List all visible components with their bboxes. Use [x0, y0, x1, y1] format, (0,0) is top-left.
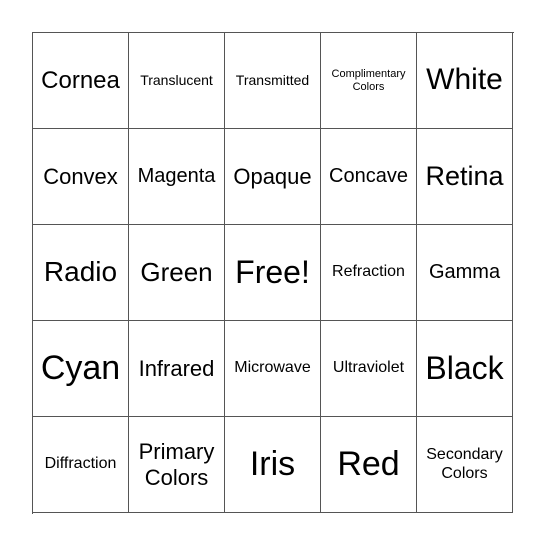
bingo-cell[interactable]: Radio	[33, 225, 129, 321]
bingo-cell-label: White	[426, 63, 503, 97]
bingo-cell-label: Refraction	[332, 263, 405, 281]
bingo-cell-label: Diffraction	[44, 455, 117, 473]
bingo-cell[interactable]: Retina	[417, 129, 513, 225]
bingo-cell[interactable]: White	[417, 33, 513, 129]
bingo-cell[interactable]: Infrared	[129, 321, 225, 417]
bingo-cell[interactable]: Cornea	[33, 33, 129, 129]
bingo-cell[interactable]: Free!	[225, 225, 321, 321]
bingo-cell-label: Black	[425, 350, 504, 387]
bingo-cell[interactable]: Green	[129, 225, 225, 321]
bingo-cell-label: Iris	[249, 444, 296, 483]
bingo-cell-label: Opaque	[233, 163, 312, 189]
bingo-cell-label: Free!	[235, 254, 310, 291]
bingo-cell[interactable]: Black	[417, 321, 513, 417]
bingo-cell[interactable]: Primary Colors	[129, 417, 225, 513]
bingo-cell-label: Complimentary Colors	[331, 67, 406, 93]
bingo-cell-label: Translucent	[140, 72, 213, 89]
bingo-cell-label: Convex	[43, 163, 118, 189]
bingo-cell-label: Radio	[43, 256, 118, 288]
bingo-cell[interactable]: Refraction	[321, 225, 417, 321]
bingo-cell-label: Cornea	[41, 66, 120, 94]
bingo-cell[interactable]: Translucent	[129, 33, 225, 129]
bingo-cell-label: Retina	[425, 160, 504, 191]
bingo-cell[interactable]: Gamma	[417, 225, 513, 321]
bingo-cell[interactable]: Transmitted	[225, 33, 321, 129]
bingo-cell-label: Ultraviolet	[332, 359, 405, 377]
bingo-cell[interactable]: Complimentary Colors	[321, 33, 417, 129]
bingo-cell[interactable]: Secondary Colors	[417, 417, 513, 513]
bingo-cell-label: Magenta	[137, 165, 216, 187]
bingo-cell-label: Transmitted	[235, 72, 310, 89]
bingo-cell-label: Infrared	[138, 355, 215, 381]
bingo-cell-label: Red	[337, 444, 400, 483]
bingo-cell-label: Green	[140, 256, 213, 287]
bingo-cell-label: Microwave	[234, 359, 311, 377]
bingo-cell[interactable]: Red	[321, 417, 417, 513]
bingo-cell[interactable]: Concave	[321, 129, 417, 225]
bingo-cell-label: Concave	[329, 165, 408, 187]
bingo-cell-label: Cyan	[40, 348, 121, 387]
bingo-cell[interactable]: Magenta	[129, 129, 225, 225]
bingo-cell[interactable]: Opaque	[225, 129, 321, 225]
bingo-board: Cornea Translucent Transmitted Complimentar…	[32, 32, 514, 514]
bingo-cell-label: Gamma	[428, 261, 501, 283]
bingo-cell[interactable]: Ultraviolet	[321, 321, 417, 417]
bingo-cell[interactable]: Microwave	[225, 321, 321, 417]
bingo-cell-label: Primary Colors	[138, 439, 215, 490]
bingo-cell-label: Secondary Colors	[426, 446, 503, 482]
bingo-cell[interactable]: Diffraction	[33, 417, 129, 513]
bingo-cell[interactable]: Convex	[33, 129, 129, 225]
bingo-cell[interactable]: Cyan	[33, 321, 129, 417]
bingo-cell[interactable]: Iris	[225, 417, 321, 513]
